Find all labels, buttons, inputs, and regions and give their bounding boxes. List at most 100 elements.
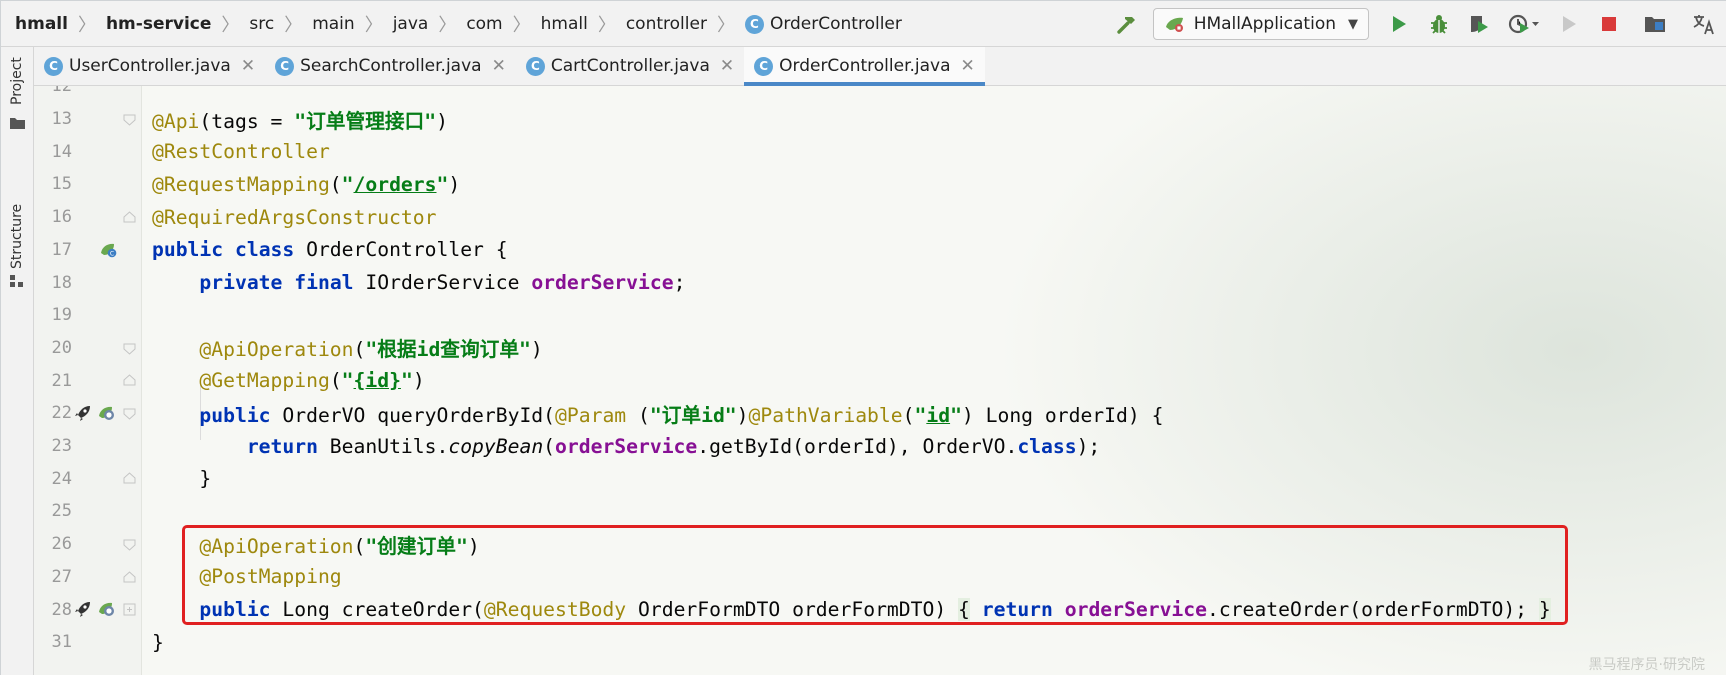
chevron-right-icon: 〉 bbox=[77, 15, 96, 36]
highlight-annotation-box bbox=[182, 525, 1568, 625]
code-text: } bbox=[152, 630, 164, 654]
code-line: 22 public OrderVO queryOrderById(@Param … bbox=[34, 397, 1726, 430]
code-line: 19 bbox=[34, 299, 1726, 332]
debug-icon[interactable] bbox=[1419, 1, 1459, 47]
main-toolbar: HMallApplication ▼ bbox=[1107, 1, 1726, 47]
breadcrumb-item[interactable]: controller bbox=[626, 14, 707, 34]
stop-icon[interactable] bbox=[1589, 1, 1629, 47]
breadcrumb-item[interactable]: hmall bbox=[15, 14, 68, 34]
fold-icon[interactable] bbox=[123, 374, 136, 387]
caret-down-icon: ▼ bbox=[1348, 16, 1358, 32]
code-text: @RequestMapping("/orders") bbox=[152, 172, 461, 196]
code-line: 24 } bbox=[34, 462, 1726, 495]
fold-icon[interactable] bbox=[123, 342, 136, 355]
fold-icon[interactable] bbox=[123, 211, 136, 224]
endpoint-rocket-icon[interactable] bbox=[74, 600, 92, 618]
code-text: @RestController bbox=[152, 140, 330, 164]
line-number: 19 bbox=[51, 305, 72, 326]
line-number: 26 bbox=[51, 534, 72, 555]
expand-icon[interactable] bbox=[123, 603, 136, 616]
close-icon[interactable]: ✕ bbox=[961, 56, 975, 76]
code-line: 14 @RestController bbox=[34, 135, 1726, 168]
breadcrumb-item[interactable]: java bbox=[393, 14, 429, 34]
code-text: @GetMapping("{id}") bbox=[199, 369, 425, 393]
structure-icon bbox=[10, 275, 23, 287]
close-icon[interactable]: ✕ bbox=[720, 56, 734, 76]
project-tool-button[interactable]: Project bbox=[9, 57, 25, 105]
class-icon: C bbox=[44, 56, 63, 76]
tool-window-strip: Project Structure bbox=[1, 47, 34, 675]
line-number: 16 bbox=[51, 207, 72, 228]
folder-icon bbox=[10, 118, 25, 129]
code-text: public OrderVO queryOrderById(@Param ("订… bbox=[199, 403, 1164, 427]
code-line: 21 @GetMapping("{id}") bbox=[34, 364, 1726, 397]
line-number: 14 bbox=[51, 141, 72, 162]
class-icon: C bbox=[275, 56, 295, 76]
breadcrumb: hmall 〉 hm-service 〉 src 〉 main 〉 java 〉 com 〉… bbox=[15, 1, 902, 47]
profile-icon[interactable] bbox=[1499, 1, 1549, 47]
hammer-icon[interactable] bbox=[1107, 1, 1147, 47]
fold-icon[interactable] bbox=[123, 570, 136, 584]
navigation-bar: hmall 〉 hm-service 〉 src 〉 main 〉 java 〉 com 〉… bbox=[1, 1, 1726, 47]
code-text: @RequiredArgsConstructor bbox=[152, 205, 437, 229]
close-icon[interactable]: ✕ bbox=[492, 56, 506, 76]
project-structure-icon[interactable] bbox=[1629, 1, 1681, 47]
code-line: 17 C public class OrderController { bbox=[34, 234, 1726, 267]
tab-order-controller[interactable]: C OrderController.java ✕ bbox=[744, 47, 985, 86]
tab-search-controller[interactable]: C SearchController.java ✕ bbox=[265, 47, 516, 85]
tab-cart-controller[interactable]: C CartController.java ✕ bbox=[516, 47, 744, 85]
class-icon: C bbox=[744, 14, 764, 34]
code-text: } bbox=[199, 467, 212, 491]
chevron-right-icon: 〉 bbox=[364, 15, 383, 36]
line-number: 20 bbox=[51, 337, 72, 358]
code-line: 12 bbox=[34, 86, 1726, 103]
code-line: 20 @ApiOperation("根据id查询订单") bbox=[34, 332, 1726, 365]
tab-label: CartController.java bbox=[550, 56, 710, 76]
breadcrumb-item-label: OrderController bbox=[769, 14, 902, 34]
chevron-right-icon: 〉 bbox=[597, 15, 616, 36]
code-line: 18 private final IOrderService orderServ… bbox=[34, 266, 1726, 299]
breadcrumb-item[interactable]: hm-service bbox=[106, 14, 211, 34]
line-number: 17 bbox=[51, 239, 72, 260]
code-line: 31 } bbox=[34, 626, 1726, 659]
spring-bean-icon[interactable] bbox=[97, 600, 115, 618]
fold-icon[interactable] bbox=[123, 538, 136, 551]
code-line: 15 @RequestMapping("/orders") bbox=[34, 168, 1726, 201]
tab-label: UserController.java bbox=[69, 56, 231, 76]
structure-tool-button[interactable]: Structure bbox=[9, 204, 25, 269]
run-icon[interactable] bbox=[1379, 1, 1419, 47]
code-line: 13 @Api(tags = "订单管理接口") bbox=[34, 103, 1726, 136]
fold-icon[interactable] bbox=[123, 113, 136, 126]
line-number: 23 bbox=[51, 436, 72, 457]
code-text: private final IOrderService orderService… bbox=[199, 271, 686, 295]
breadcrumb-item[interactable]: main bbox=[312, 14, 354, 34]
code-text: @ApiOperation("根据id查询订单") bbox=[199, 338, 543, 362]
fold-icon[interactable] bbox=[123, 407, 136, 420]
run-configuration-select[interactable]: HMallApplication ▼ bbox=[1152, 8, 1369, 40]
line-number: 22 bbox=[51, 403, 72, 424]
line-number: 31 bbox=[51, 632, 72, 653]
translate-icon[interactable] bbox=[1681, 1, 1726, 47]
tab-user-controller[interactable]: C UserController.java ✕ bbox=[34, 47, 265, 85]
code-text: @Api(tags = "订单管理接口") bbox=[152, 109, 448, 133]
spring-bean-icon[interactable] bbox=[97, 404, 115, 422]
fold-icon[interactable] bbox=[123, 472, 136, 485]
chevron-right-icon: 〉 bbox=[716, 15, 735, 36]
endpoint-rocket-icon[interactable] bbox=[74, 404, 92, 422]
chevron-right-icon: 〉 bbox=[512, 15, 531, 36]
line-number: 27 bbox=[51, 566, 72, 587]
code-editor[interactable]: 12 13 @Api(tags = "订单管理接口") 14 @RestCont… bbox=[34, 86, 1726, 675]
tab-label: OrderController.java bbox=[779, 56, 951, 76]
spring-bean-icon[interactable]: C bbox=[99, 241, 117, 259]
coverage-icon[interactable] bbox=[1459, 1, 1499, 47]
code-text: return BeanUtils.copyBean(orderService.g… bbox=[246, 434, 1101, 458]
attach-icon[interactable] bbox=[1549, 1, 1589, 47]
close-icon[interactable]: ✕ bbox=[241, 56, 255, 76]
breadcrumb-item[interactable]: com bbox=[466, 14, 502, 34]
svg-text:C: C bbox=[110, 250, 114, 257]
breadcrumb-item-current[interactable]: C OrderController bbox=[744, 14, 902, 34]
breadcrumb-item[interactable]: hmall bbox=[541, 14, 588, 34]
chevron-right-icon: 〉 bbox=[284, 15, 303, 36]
breadcrumb-item[interactable]: src bbox=[249, 14, 274, 34]
chevron-right-icon: 〉 bbox=[221, 15, 240, 36]
